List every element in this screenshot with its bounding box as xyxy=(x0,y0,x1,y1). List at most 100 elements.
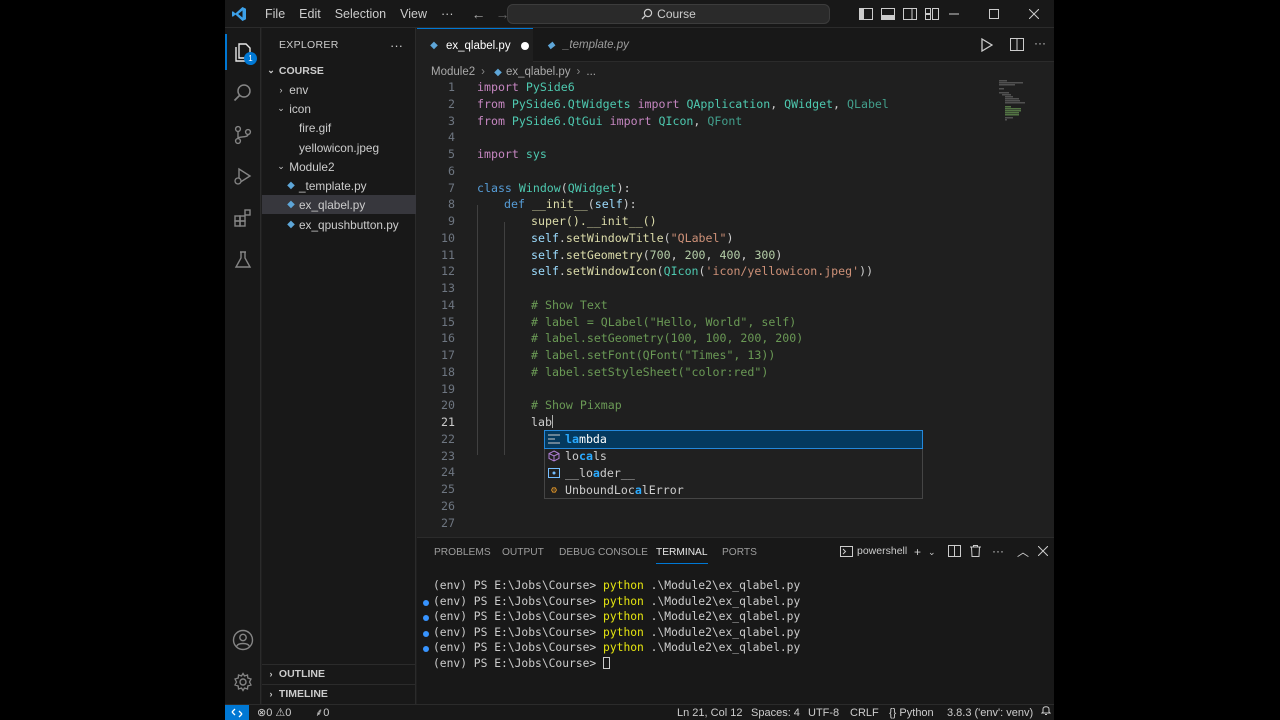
suggestion-loader[interactable]: __loader__ xyxy=(545,465,922,482)
close-window-button[interactable] xyxy=(1014,0,1054,28)
cube-icon xyxy=(547,449,561,463)
breadcrumb-folder[interactable]: Module2 xyxy=(431,66,475,78)
explorer-activity-icon[interactable]: 1 xyxy=(225,34,261,70)
maximize-panel-chevron-up-icon[interactable]: ︿ xyxy=(1017,543,1029,560)
menu-view[interactable]: View xyxy=(393,0,434,28)
cursor-position[interactable]: Ln 21, Col 12 xyxy=(677,705,742,720)
close-panel-icon[interactable] xyxy=(1037,545,1049,559)
tree-file-ex-qpushbutton-py[interactable]: ◆ ex_qpushbutton.py xyxy=(262,215,416,234)
python-file-icon: ◆ xyxy=(547,39,555,51)
python-file-icon: ◆ xyxy=(494,66,502,78)
tab-template[interactable]: ◆ _template.py xyxy=(534,28,646,62)
terminal-line: (env) PS E:\Jobs\Course> python .\Module… xyxy=(433,579,800,592)
code-module: PySide6.QtWidgets xyxy=(511,97,631,111)
source-control-icon[interactable] xyxy=(225,117,261,153)
notifications-bell-icon[interactable] xyxy=(1040,705,1052,720)
tab-ports[interactable]: PORTS xyxy=(722,538,757,568)
accounts-icon[interactable] xyxy=(225,622,261,658)
editor-more-actions[interactable]: ··· xyxy=(1034,36,1046,50)
ports-status[interactable]: ⸙0 xyxy=(315,705,329,720)
indentation-status[interactable]: Spaces: 4 xyxy=(751,705,800,720)
run-python-icon[interactable] xyxy=(981,37,994,55)
breadcrumb-file[interactable]: ex_qlabel.py xyxy=(506,66,571,78)
code-line-2: from PySide6.QtWidgets import QApplicati… xyxy=(477,97,889,111)
breadcrumb-separator-icon: › xyxy=(576,66,581,78)
tree-folder-icon[interactable]: ⌄ icon xyxy=(262,99,416,118)
line-number: 6 xyxy=(448,163,455,178)
suggestion-lambda[interactable]: la mbda xyxy=(544,430,923,449)
tree-file-fire-gif[interactable]: fire.gif xyxy=(262,118,416,137)
menu-more[interactable]: ··· xyxy=(434,0,461,28)
timeline-section[interactable]: › TIMELINE xyxy=(262,684,416,703)
python-file-icon: ◆ xyxy=(287,219,295,230)
bottom-panel: PROBLEMS OUTPUT DEBUG CONSOLE TERMINAL P… xyxy=(417,537,1054,704)
new-terminal-plus-icon[interactable]: + xyxy=(914,545,921,559)
kw-class: class xyxy=(477,181,512,195)
run-debug-icon[interactable] xyxy=(225,158,261,194)
vscode-logo-icon xyxy=(228,3,250,25)
editor-area: ◆ ex_qlabel.py ◆ _template.py ··· Module… xyxy=(417,28,1054,536)
tree-label: env xyxy=(289,82,309,97)
command-center-search[interactable]: Course xyxy=(507,4,830,24)
tree-file-yellowicon[interactable]: yellowicon.jpeg xyxy=(262,138,416,157)
tab-problems[interactable]: PROBLEMS xyxy=(434,538,491,568)
terminal-command: python xyxy=(603,610,644,623)
menu-file[interactable]: File xyxy=(258,0,292,28)
tree-file-template-py[interactable]: ◆ _template.py xyxy=(262,176,416,195)
terminal-shell-selector[interactable]: powershell xyxy=(840,545,907,557)
suggestion-locals[interactable]: locals xyxy=(545,448,922,465)
toggle-primary-sidebar-icon[interactable] xyxy=(855,0,877,28)
tab-terminal[interactable]: TERMINAL xyxy=(656,538,708,564)
tab-output[interactable]: OUTPUT xyxy=(502,538,544,568)
testing-flask-icon[interactable] xyxy=(225,242,261,278)
command-decoration-icon[interactable] xyxy=(423,599,429,606)
suggestion-text: UnboundLocalError xyxy=(565,483,684,498)
terminal-dropdown-chevron-icon[interactable]: ⌄ xyxy=(928,547,936,558)
toggle-panel-icon[interactable] xyxy=(877,0,899,28)
menu-edit[interactable]: Edit xyxy=(292,0,328,28)
workspace-root[interactable]: ⌄ COURSE xyxy=(262,61,416,80)
line-number: 17 xyxy=(441,348,455,362)
title-bar: File Edit Selection View ··· ← → Course xyxy=(225,0,1054,28)
chevron-right-icon: › xyxy=(269,669,273,679)
command-decoration-icon[interactable] xyxy=(423,630,429,637)
minimap[interactable] xyxy=(999,80,1039,140)
suggestion-unboundlocalerror[interactable]: ⚙ UnboundLocalError xyxy=(545,482,922,499)
outline-section[interactable]: › OUTLINE xyxy=(262,664,416,683)
explorer-more-actions[interactable]: ··· xyxy=(390,38,403,53)
panel-more-actions[interactable]: ··· xyxy=(992,544,1004,558)
terminal-args: .\Module2\ex_qlabel.py xyxy=(643,610,801,623)
tree-folder-module2[interactable]: ⌄ Module2 xyxy=(262,157,416,176)
line-number: 16 xyxy=(441,331,455,346)
extensions-icon[interactable] xyxy=(225,200,261,236)
search-activity-icon[interactable] xyxy=(225,75,261,111)
tree-folder-env[interactable]: › env xyxy=(262,80,416,99)
encoding-status[interactable]: UTF-8 xyxy=(808,705,839,720)
breadcrumb-more[interactable]: ... xyxy=(586,66,596,78)
tree-file-ex-qlabel-py[interactable]: ◆ ex_qlabel.py xyxy=(262,195,416,214)
back-arrow-icon[interactable]: ← xyxy=(467,6,491,22)
command-decoration-icon[interactable] xyxy=(423,615,429,621)
command-decoration-icon[interactable] xyxy=(423,646,429,652)
tab-debug-console[interactable]: DEBUG CONSOLE xyxy=(559,538,648,568)
split-editor-icon[interactable] xyxy=(1010,38,1024,54)
problems-status[interactable]: ⊗0 ⚠0 xyxy=(257,705,291,720)
toggle-secondary-sidebar-icon[interactable] xyxy=(899,0,921,28)
shell-label: powershell xyxy=(857,545,908,557)
tab-ex-qlabel[interactable]: ◆ ex_qlabel.py xyxy=(417,28,533,62)
maximize-button[interactable] xyxy=(974,0,1014,28)
activity-bar: 1 xyxy=(225,28,261,704)
python-interpreter[interactable]: 3.8.3 ('env': venv) xyxy=(947,705,1033,720)
remote-indicator-icon[interactable] xyxy=(225,705,249,720)
manage-gear-icon[interactable] xyxy=(225,664,261,700)
unsaved-dot-icon[interactable] xyxy=(520,41,529,50)
minimize-button[interactable] xyxy=(934,0,974,28)
split-terminal-icon[interactable] xyxy=(948,545,961,560)
code-line-5: import sys xyxy=(477,147,547,161)
language-mode[interactable]: {} Python xyxy=(889,705,934,720)
terminal-args: .\Module2\ex_qlabel.py xyxy=(643,594,801,608)
menu-selection[interactable]: Selection xyxy=(328,0,393,28)
kw-def: def xyxy=(504,197,525,211)
eol-status[interactable]: CRLF xyxy=(850,705,879,720)
kill-terminal-trash-icon[interactable] xyxy=(970,545,981,560)
